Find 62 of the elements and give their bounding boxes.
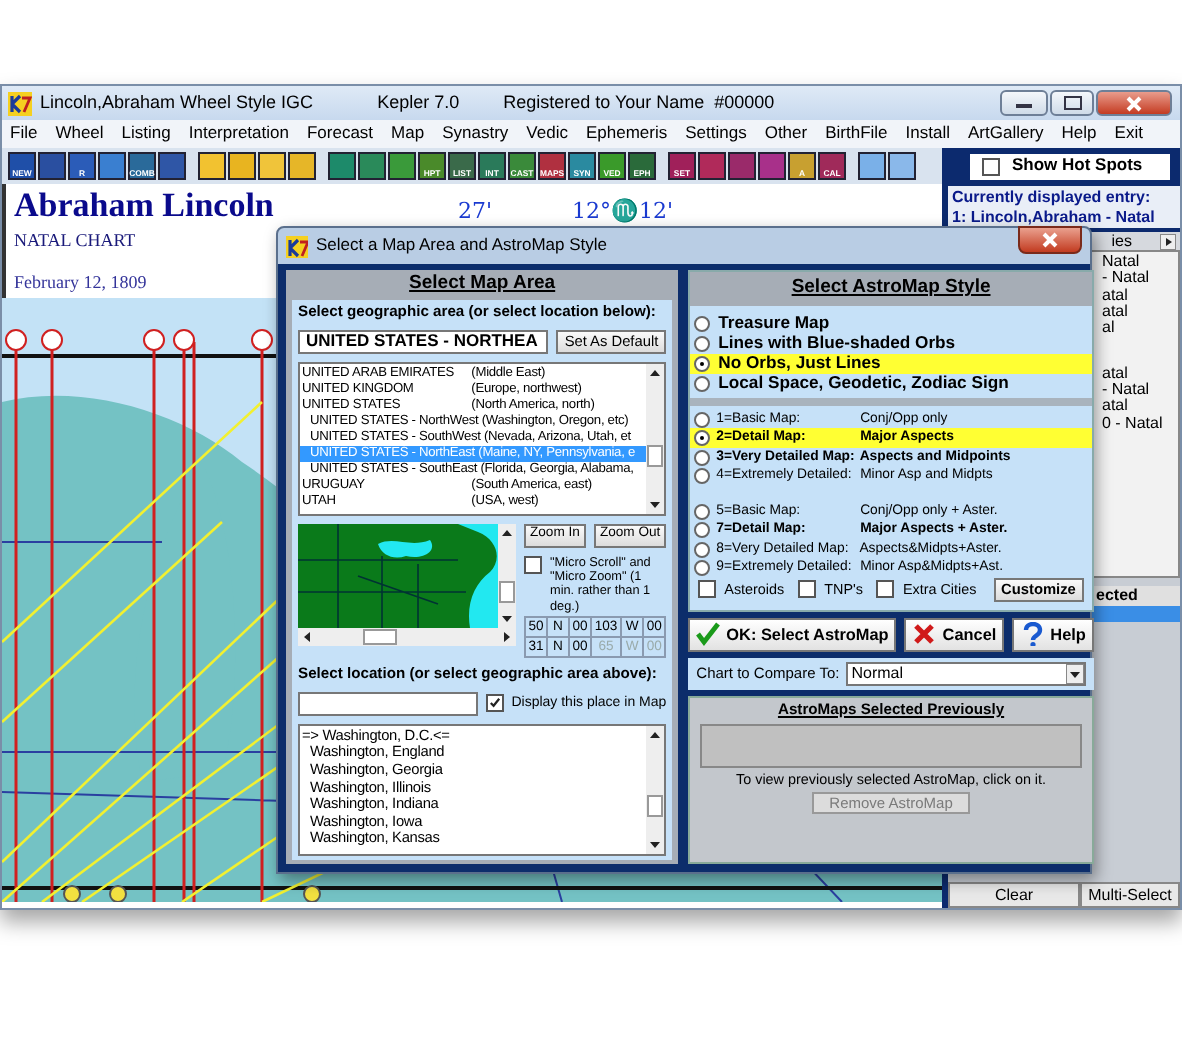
list-item[interactable]: atal [1102, 304, 1178, 321]
menu-item[interactable]: Synastry [442, 124, 509, 144]
dialog-title: Select a Map Area and AstroMap Style [316, 236, 608, 256]
menu-item[interactable]: Ephemeris [585, 124, 668, 144]
menu-item[interactable]: ArtGallery [968, 124, 1044, 144]
list-item[interactable]: - Natal [1102, 270, 1178, 288]
close-icon [1042, 232, 1058, 248]
menu-item[interactable]: Exit [1114, 124, 1143, 144]
close-icon [1126, 95, 1142, 111]
close-button[interactable] [1018, 226, 1082, 254]
dialog-button[interactable]: Help [1012, 617, 1094, 652]
menu-item[interactable]: Forecast [306, 124, 374, 144]
toolbar-button[interactable] [858, 152, 886, 180]
list-item[interactable]: atal [1102, 365, 1178, 382]
menu-item[interactable]: Wheel [55, 124, 104, 144]
toolbar-button[interactable] [98, 152, 126, 180]
toolbar-button[interactable] [258, 152, 286, 180]
help-icon [1020, 622, 1045, 647]
close-button[interactable] [1096, 90, 1172, 116]
list-item[interactable]: - Natal [1102, 381, 1178, 399]
minimize-button[interactable] [1000, 90, 1048, 116]
registration-text: Registered to Your Name #00000 [503, 92, 775, 114]
chart-date: February 12, 1809 [14, 272, 147, 293]
menu-item[interactable]: Settings [685, 124, 747, 144]
panel-button[interactable]: Multi-Select [1080, 882, 1180, 908]
toolbar-button[interactable] [198, 152, 226, 180]
list-item[interactable]: atal [1102, 287, 1178, 305]
current-entry-heading: Currently displayed entry: [952, 188, 1153, 208]
toolbar-button[interactable] [228, 152, 256, 180]
list-item[interactable]: Natal [1102, 254, 1178, 271]
menu-item[interactable]: Listing [121, 124, 171, 144]
menu-item[interactable]: Other [764, 124, 808, 144]
section-heading: Select AstroMap Style [690, 272, 1092, 306]
scroll-right-button[interactable] [1160, 233, 1176, 250]
menu-item[interactable]: Install [905, 124, 950, 144]
panel-button[interactable]: Clear [948, 882, 1080, 908]
app-logo-icon [286, 235, 308, 257]
list-item[interactable]: 0 - Natal [1102, 415, 1178, 432]
toolbar-button[interactable] [388, 152, 416, 180]
chart-name: Abraham Lincoln [14, 188, 274, 226]
toolbar-button[interactable] [288, 152, 316, 180]
menu-item[interactable]: Help [1061, 124, 1097, 144]
menu-item[interactable]: File [10, 124, 38, 144]
dropdown-arrow-icon [1065, 663, 1084, 684]
maximize-button[interactable] [1050, 90, 1094, 116]
window-title: Lincoln,Abraham Wheel Style IGC [40, 92, 314, 114]
list-item[interactable]: al [1102, 320, 1178, 338]
list-header: ies [1111, 232, 1132, 251]
maximize-icon [1063, 96, 1081, 110]
app-logo-icon [8, 91, 32, 115]
menu-item[interactable]: Vedic [526, 124, 568, 144]
menu-item[interactable]: Map [391, 124, 425, 144]
current-entry-name: 1: Lincoln,Abraham - Natal [952, 207, 1157, 227]
degree-label: 12°♏12' [572, 200, 674, 226]
list-item[interactable]: atal [1102, 398, 1178, 416]
checkbox[interactable] [982, 157, 1000, 175]
chart-type: NATAL CHART [14, 229, 136, 251]
toolbar-button[interactable] [888, 152, 916, 180]
app-version: Kepler 7.0 [377, 92, 460, 114]
menu-item[interactable]: Interpretation [188, 124, 289, 144]
menu-item[interactable]: BirthFile [825, 124, 888, 144]
degree-label: 27' [458, 200, 493, 226]
